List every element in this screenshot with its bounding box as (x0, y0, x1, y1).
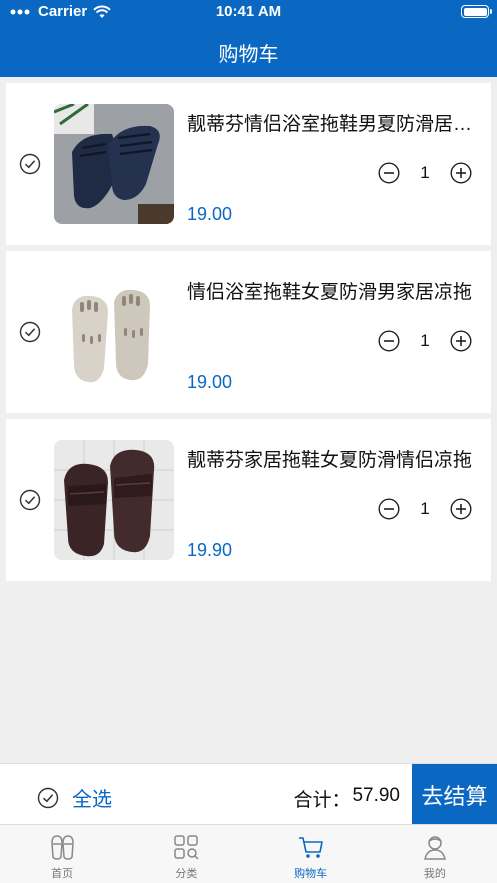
cart-item[interactable]: 靓蒂芬家居拖鞋女夏防滑情侣凉拖 1 19.90 (6, 419, 491, 581)
item-name[interactable]: 靓蒂芬家居拖鞋女夏防滑情侣凉拖 (187, 445, 479, 472)
quantity-value: 1 (420, 331, 430, 350)
tab-label: 购物车 (294, 868, 328, 880)
quantity-value: 1 (420, 499, 430, 518)
checkout-button[interactable]: 去结算 (412, 764, 497, 825)
item-check-icon[interactable] (19, 153, 41, 175)
cart-icon (298, 837, 323, 858)
plus-icon[interactable] (450, 330, 472, 352)
plus-icon[interactable] (450, 162, 472, 184)
quantity-value: 1 (420, 163, 430, 182)
select-all-check-icon[interactable] (37, 787, 59, 809)
tab-label: 我的 (423, 868, 446, 880)
total-label: 合计： (293, 790, 351, 811)
dark-navy-slipper-image[interactable] (54, 104, 174, 224)
quantity-stepper: 1 (378, 330, 472, 352)
tab-home[interactable]: 首页 (0, 825, 124, 883)
tab-label: 分类 (175, 868, 198, 880)
item-check-icon[interactable] (19, 489, 41, 511)
battery-icon (461, 5, 492, 18)
total-value: 57.90 (352, 785, 400, 806)
item-name[interactable]: 情侣浴室拖鞋女夏防滑男家居凉拖 (187, 277, 479, 304)
minus-icon[interactable] (378, 498, 400, 520)
select-all-toggle[interactable]: 全选 (37, 783, 112, 812)
item-check-icon[interactable] (19, 321, 41, 343)
tab-label: 首页 (51, 868, 74, 880)
cart-item[interactable]: 靓蒂芬情侣浴室拖鞋男夏防滑居家凉拖 1 19.00 (6, 83, 491, 245)
minus-icon[interactable] (378, 330, 400, 352)
profile-icon (423, 836, 446, 860)
item-name[interactable]: 靓蒂芬情侣浴室拖鞋男夏防滑居家凉拖 (187, 109, 479, 136)
minus-icon[interactable] (378, 162, 400, 184)
cart-list: 靓蒂芬情侣浴室拖鞋男夏防滑居家凉拖 1 19.00 情侣浴室拖鞋女夏防滑男家居凉… (6, 83, 491, 587)
status-bar: Carrier 10:41 AM (0, 0, 497, 24)
total-amount: 合计： 57.90 (293, 785, 400, 812)
item-price: 19.00 (187, 204, 233, 224)
item-price: 19.00 (187, 372, 233, 392)
item-price: 19.90 (187, 540, 233, 560)
select-all-label[interactable]: 全选 (72, 783, 112, 812)
beige-slipper-image[interactable] (54, 272, 174, 392)
checkout-bar: 全选 合计： 57.90 去结算 (0, 763, 497, 825)
tab-bar: 首页 分类 购物车 我的 (0, 824, 497, 883)
plus-icon[interactable] (450, 498, 472, 520)
cart-item[interactable]: 情侣浴室拖鞋女夏防滑男家居凉拖 1 19.00 (6, 251, 491, 413)
navigation-bar: Carrier 10:41 AM 购物车 (0, 0, 497, 77)
tab-cart[interactable]: 购物车 (249, 825, 373, 883)
quantity-stepper: 1 (378, 498, 472, 520)
category-grid-icon (174, 835, 199, 860)
tab-category[interactable]: 分类 (124, 825, 248, 883)
tab-profile[interactable]: 我的 (373, 825, 497, 883)
status-time: 10:41 AM (215, 3, 282, 20)
brown-slipper-image[interactable] (54, 440, 174, 560)
quantity-stepper: 1 (378, 162, 472, 184)
page-title: 购物车 (218, 44, 279, 66)
slippers-icon (51, 835, 74, 860)
